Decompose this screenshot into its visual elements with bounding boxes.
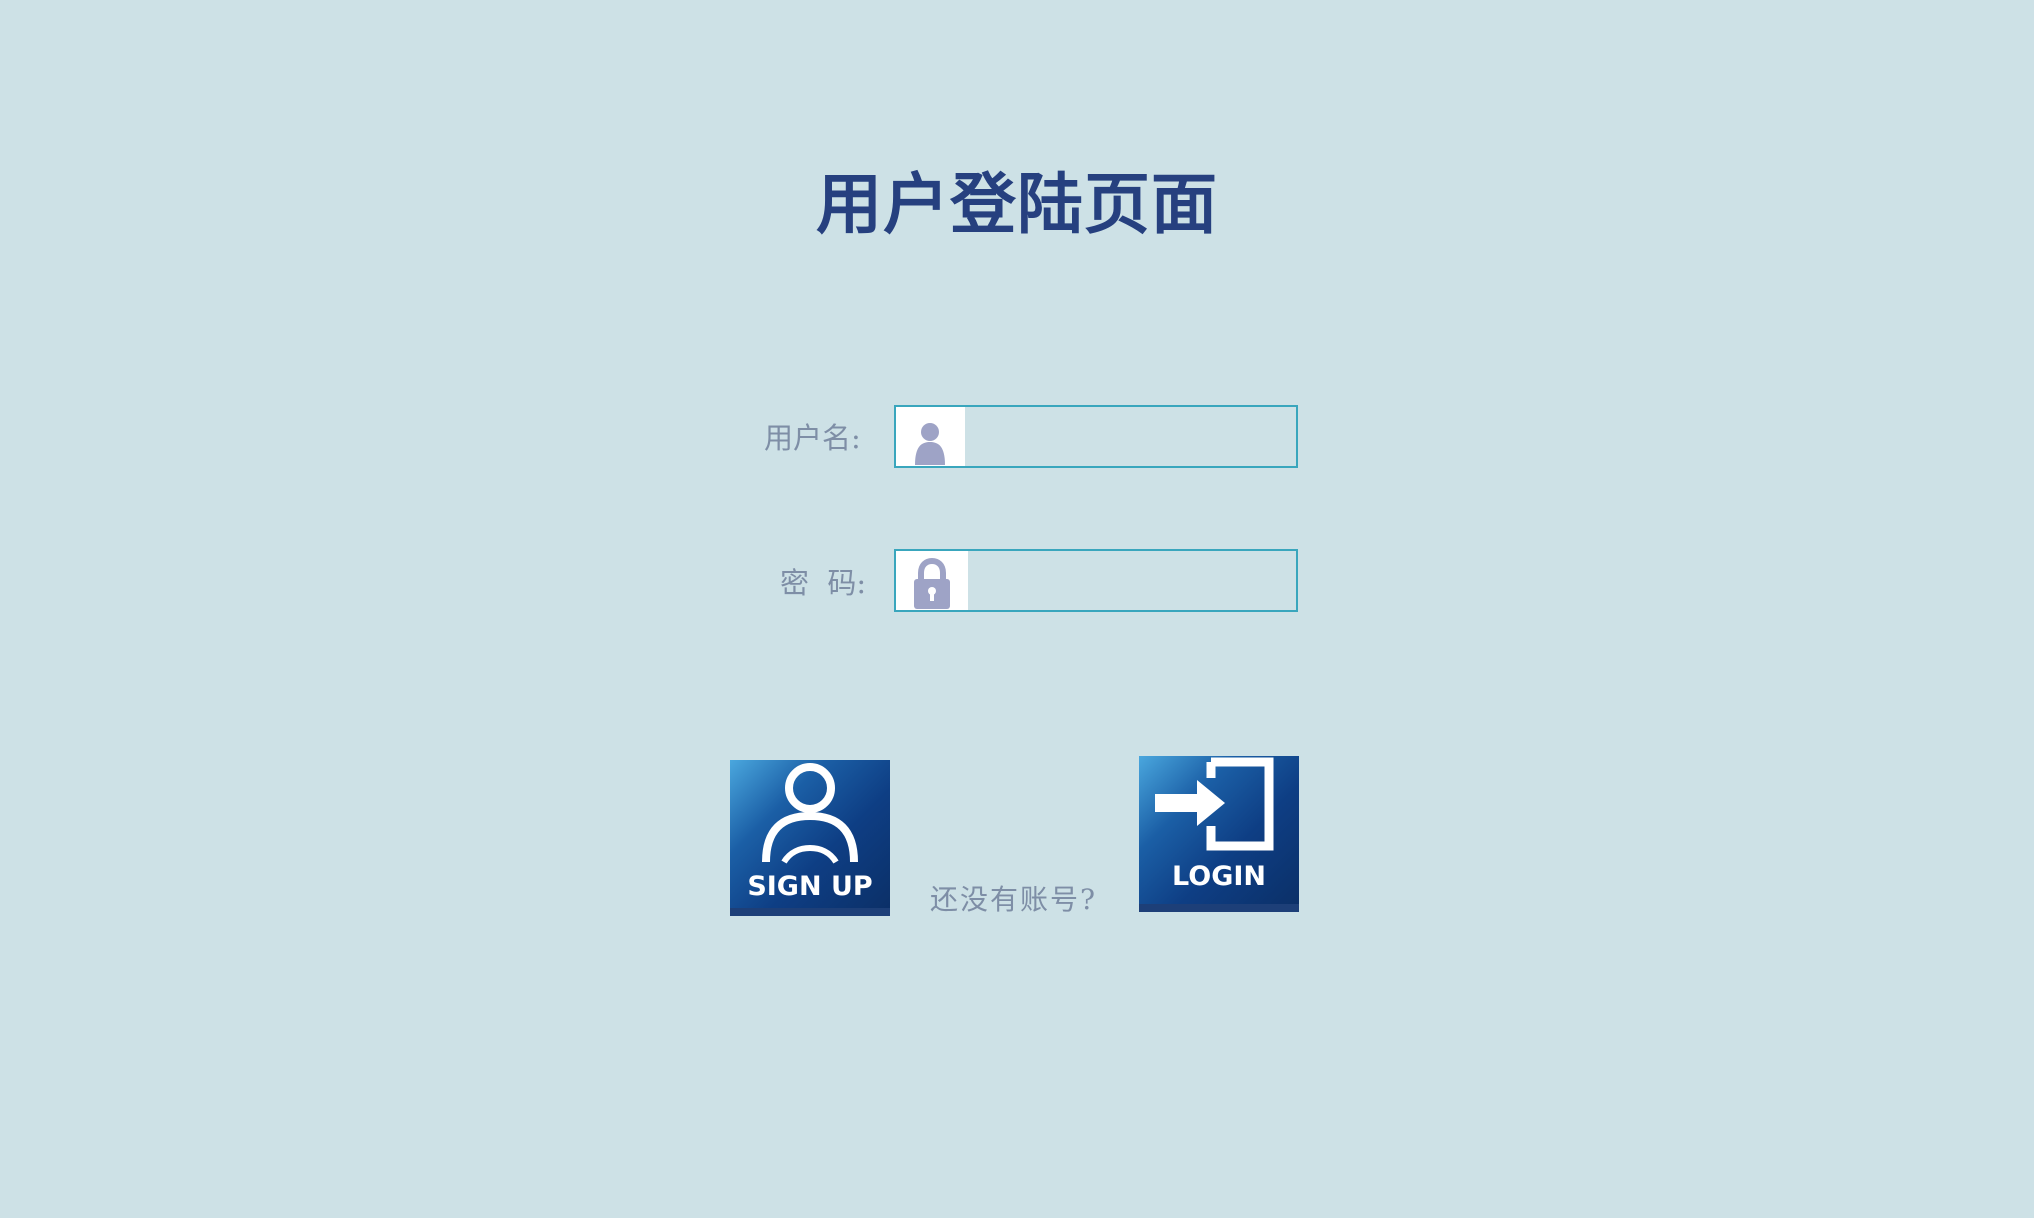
password-field[interactable] [894, 549, 1298, 612]
signup-label: SIGN UP [747, 871, 873, 902]
username-label: 用户名: [764, 421, 861, 455]
login-label: LOGIN [1172, 861, 1266, 892]
user-icon [896, 407, 965, 466]
page-title: 用户登陆页面 [816, 166, 1218, 243]
lock-icon [896, 551, 968, 610]
password-input[interactable] [968, 551, 1294, 610]
password-label: 密 码: [780, 566, 867, 600]
username-field[interactable] [894, 405, 1298, 468]
username-input[interactable] [968, 407, 1294, 466]
signup-button[interactable]: SIGN UP [730, 760, 890, 916]
no-account-hint: 还没有账号? [930, 883, 1098, 916]
login-button[interactable]: LOGIN [1139, 756, 1299, 912]
